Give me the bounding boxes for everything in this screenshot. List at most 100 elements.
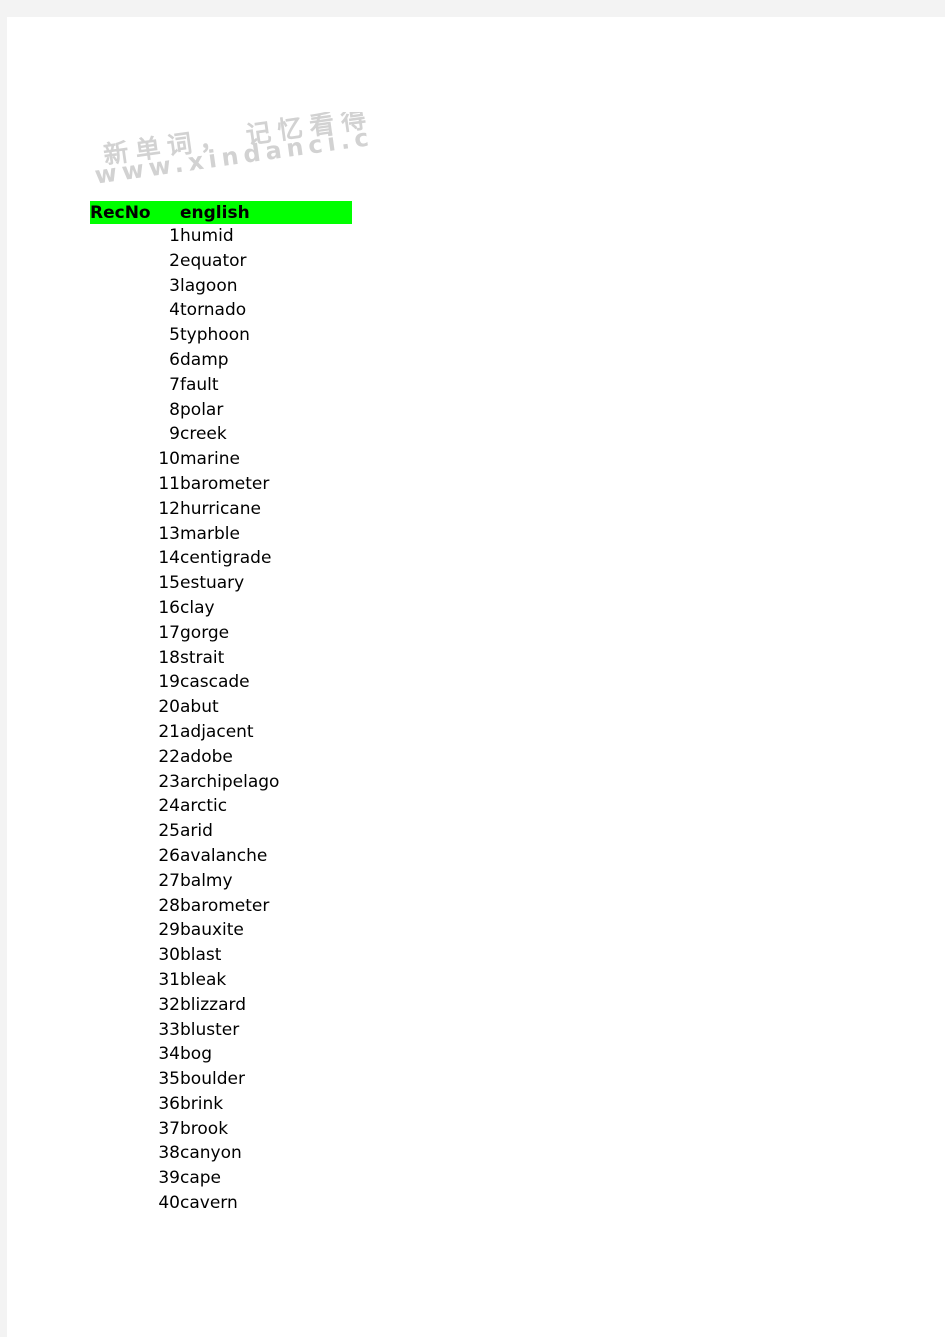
cell-english: fault	[180, 374, 219, 395]
table-row[interactable]: 15 estuary	[90, 571, 352, 596]
table-row[interactable]: 39 cape	[90, 1166, 352, 1191]
cell-english: tornado	[180, 300, 247, 321]
cell-recno: 30	[158, 945, 180, 966]
table-row[interactable]: 35 boulder	[90, 1067, 352, 1092]
cell-recno: 13	[158, 523, 180, 544]
table-row[interactable]: 11 barometer	[90, 472, 352, 497]
cell-recno: 8	[169, 399, 180, 420]
cell-recno: 40	[158, 1193, 180, 1214]
cell-english: cape	[180, 1168, 222, 1189]
cell-english: damp	[180, 349, 229, 370]
cell-recno: 22	[158, 746, 180, 767]
table-row[interactable]: 27 balmy	[90, 869, 352, 894]
window-chrome-left	[0, 17, 7, 1337]
cell-recno: 34	[158, 1044, 180, 1065]
table-row[interactable]: 26 avalanche	[90, 844, 352, 869]
table-row[interactable]: 36 brink	[90, 1092, 352, 1117]
table-row[interactable]: 2 equator	[90, 249, 352, 274]
cell-english: avalanche	[180, 845, 268, 866]
table-row[interactable]: 3 lagoon	[90, 274, 352, 299]
table-row[interactable]: 8 polar	[90, 398, 352, 423]
table-row[interactable]: 4 tornado	[90, 298, 352, 323]
table-row[interactable]: 31 bleak	[90, 968, 352, 993]
cell-recno: 3	[169, 275, 180, 296]
cell-english: equator	[180, 250, 247, 271]
table-row[interactable]: 1 humid	[90, 224, 352, 249]
cell-english: bog	[180, 1044, 212, 1065]
table-row[interactable]: 21 adjacent	[90, 720, 352, 745]
cell-english: adjacent	[180, 721, 254, 742]
table-row[interactable]: 29 bauxite	[90, 918, 352, 943]
table-row[interactable]: 19 cascade	[90, 670, 352, 695]
cell-recno: 1	[169, 226, 180, 246]
table-row[interactable]: 37 brook	[90, 1117, 352, 1142]
cell-english: cascade	[180, 672, 250, 693]
cell-english: cavern	[180, 1193, 238, 1214]
cell-recno: 12	[158, 498, 180, 519]
watermark-url: www.xindanci.c	[93, 122, 376, 190]
table-row[interactable]: 14 centigrade	[90, 546, 352, 571]
cell-recno: 28	[158, 895, 180, 916]
cell-english: brink	[180, 1093, 224, 1114]
cell-recno: 25	[158, 821, 180, 842]
table-row[interactable]: 32 blizzard	[90, 993, 352, 1018]
table-row[interactable]: 13 marble	[90, 522, 352, 547]
table-row[interactable]: 23 archipelago	[90, 770, 352, 795]
table-row[interactable]: 12 hurricane	[90, 497, 352, 522]
cell-english: estuary	[180, 573, 245, 594]
word-list-table: RecNo english 1 humid 2 equator 3 lagoon 4 torn…	[90, 201, 352, 1216]
table-row[interactable]: 17 gorge	[90, 621, 352, 646]
table-row[interactable]: 40 cavern	[90, 1191, 352, 1216]
column-header-recno[interactable]: RecNo	[90, 201, 180, 224]
cell-recno: 15	[158, 573, 180, 594]
cell-english: arid	[180, 821, 213, 842]
cell-english: archipelago	[180, 771, 280, 792]
table-row[interactable]: 24 arctic	[90, 794, 352, 819]
table-row[interactable]: 6 damp	[90, 348, 352, 373]
cell-recno: 11	[158, 473, 180, 494]
column-header-english[interactable]: english	[180, 201, 352, 224]
table-row[interactable]: 18 strait	[90, 646, 352, 671]
cell-recno: 36	[158, 1093, 180, 1114]
cell-recno: 17	[158, 622, 180, 643]
table-row[interactable]: 20 abut	[90, 695, 352, 720]
table-row[interactable]: 7 fault	[90, 373, 352, 398]
cell-english: barometer	[180, 473, 270, 494]
table-row[interactable]: 5 typhoon	[90, 323, 352, 348]
cell-english: lagoon	[180, 275, 238, 296]
cell-english: marine	[180, 449, 240, 470]
cell-recno: 19	[158, 672, 180, 693]
cell-recno: 23	[158, 771, 180, 792]
cell-recno: 16	[158, 597, 180, 618]
cell-english: marble	[180, 523, 240, 544]
cell-english: polar	[180, 399, 224, 420]
cell-recno: 38	[158, 1143, 180, 1164]
cell-english: humid	[180, 226, 234, 246]
table-row[interactable]: 25 arid	[90, 819, 352, 844]
table-row[interactable]: 38 canyon	[90, 1141, 352, 1166]
table-row[interactable]: 34 bog	[90, 1042, 352, 1067]
table-row[interactable]: 10 marine	[90, 447, 352, 472]
cell-recno: 26	[158, 845, 180, 866]
cell-recno: 24	[158, 796, 180, 817]
table-row[interactable]: 28 barometer	[90, 894, 352, 919]
cell-recno: 31	[158, 969, 180, 990]
cell-english: barometer	[180, 895, 270, 916]
cell-english: centigrade	[180, 548, 272, 569]
cell-recno: 29	[158, 920, 180, 941]
cell-recno: 39	[158, 1168, 180, 1189]
cell-recno: 9	[169, 424, 180, 445]
cell-english: blast	[180, 945, 222, 966]
table-row[interactable]: 30 blast	[90, 943, 352, 968]
watermark-tagline: 新单词， 记忆看得	[101, 112, 375, 170]
cell-recno: 32	[158, 994, 180, 1015]
table-row[interactable]: 33 bluster	[90, 1018, 352, 1043]
table-row[interactable]: 16 clay	[90, 596, 352, 621]
table-row[interactable]: 22 adobe	[90, 745, 352, 770]
cell-recno: 5	[169, 325, 180, 346]
cell-english: bluster	[180, 1019, 240, 1040]
cell-english: adobe	[180, 746, 233, 767]
table-header: RecNo english	[90, 201, 352, 224]
cell-recno: 7	[169, 374, 180, 395]
table-row[interactable]: 9 creek	[90, 422, 352, 447]
